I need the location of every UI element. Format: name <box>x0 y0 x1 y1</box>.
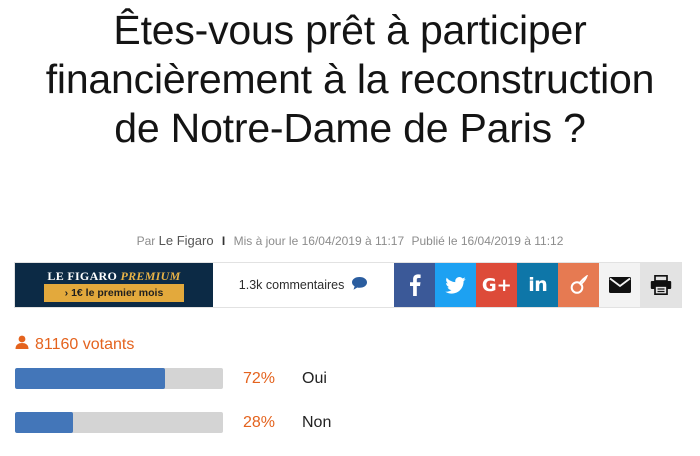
comments-count: 1.3k commentaires <box>238 278 345 292</box>
poll-bar-track <box>15 368 223 389</box>
premium-promo-banner[interactable]: LE FIGARO PREMIUM › 1€ le premier mois <box>15 263 213 307</box>
premium-promo-title: LE FIGARO PREMIUM <box>15 269 213 284</box>
published-date: Publié le 16/04/2019 à 11:12 <box>411 234 564 248</box>
promo-brand: LE FIGARO <box>47 269 118 283</box>
voter-count-text: 81160 votants <box>35 335 135 353</box>
updated-date: Mis à jour le 16/04/2019 à 11:17 <box>233 234 405 248</box>
poll-answer-label: Oui <box>302 370 327 387</box>
poll-percent: 72% <box>243 370 276 387</box>
byline-prefix: Par <box>136 234 156 248</box>
byline-separator: I <box>221 234 226 248</box>
promo-brand-premium: PREMIUM <box>120 269 181 283</box>
poll-bar-fill <box>15 368 165 389</box>
viadeo-share-button[interactable] <box>558 263 600 307</box>
viadeo-icon <box>570 275 588 295</box>
facebook-share-button[interactable] <box>394 263 436 307</box>
poll-option-oui[interactable]: 72% Oui <box>15 368 415 390</box>
mail-share-button[interactable] <box>599 263 641 307</box>
poll-percent: 28% <box>243 414 276 431</box>
premium-promo-button[interactable]: › 1€ le premier mois <box>44 284 184 302</box>
article-title: Êtes-vous prêt à participer financièreme… <box>45 7 655 151</box>
twitter-share-button[interactable] <box>435 263 477 307</box>
voter-count: 81160 votants <box>15 335 134 354</box>
facebook-icon <box>409 274 421 296</box>
print-button[interactable] <box>640 263 681 307</box>
poll-bar-fill <box>15 412 74 433</box>
user-icon <box>15 335 29 354</box>
comment-icon <box>351 276 368 294</box>
mail-icon <box>608 277 631 293</box>
twitter-icon <box>445 276 467 294</box>
poll-answer-label: Non <box>302 414 332 431</box>
poll-option-non[interactable]: 28% Non <box>15 412 415 434</box>
linkedin-icon: in <box>528 274 548 296</box>
linkedin-share-button[interactable]: in <box>517 263 559 307</box>
poll-bar-track <box>15 412 223 433</box>
byline: Par Le Figaro I Mis à jour le 16/04/2019… <box>0 233 700 248</box>
print-icon <box>650 275 672 295</box>
comments-link[interactable]: 1.3k commentaires <box>213 263 395 307</box>
share-bar: LE FIGARO PREMIUM › 1€ le premier mois 1… <box>14 262 682 308</box>
google-plus-icon: G+ <box>481 274 512 296</box>
google-plus-share-button[interactable]: G+ <box>476 263 518 307</box>
author-link[interactable]: Le Figaro <box>159 233 214 248</box>
